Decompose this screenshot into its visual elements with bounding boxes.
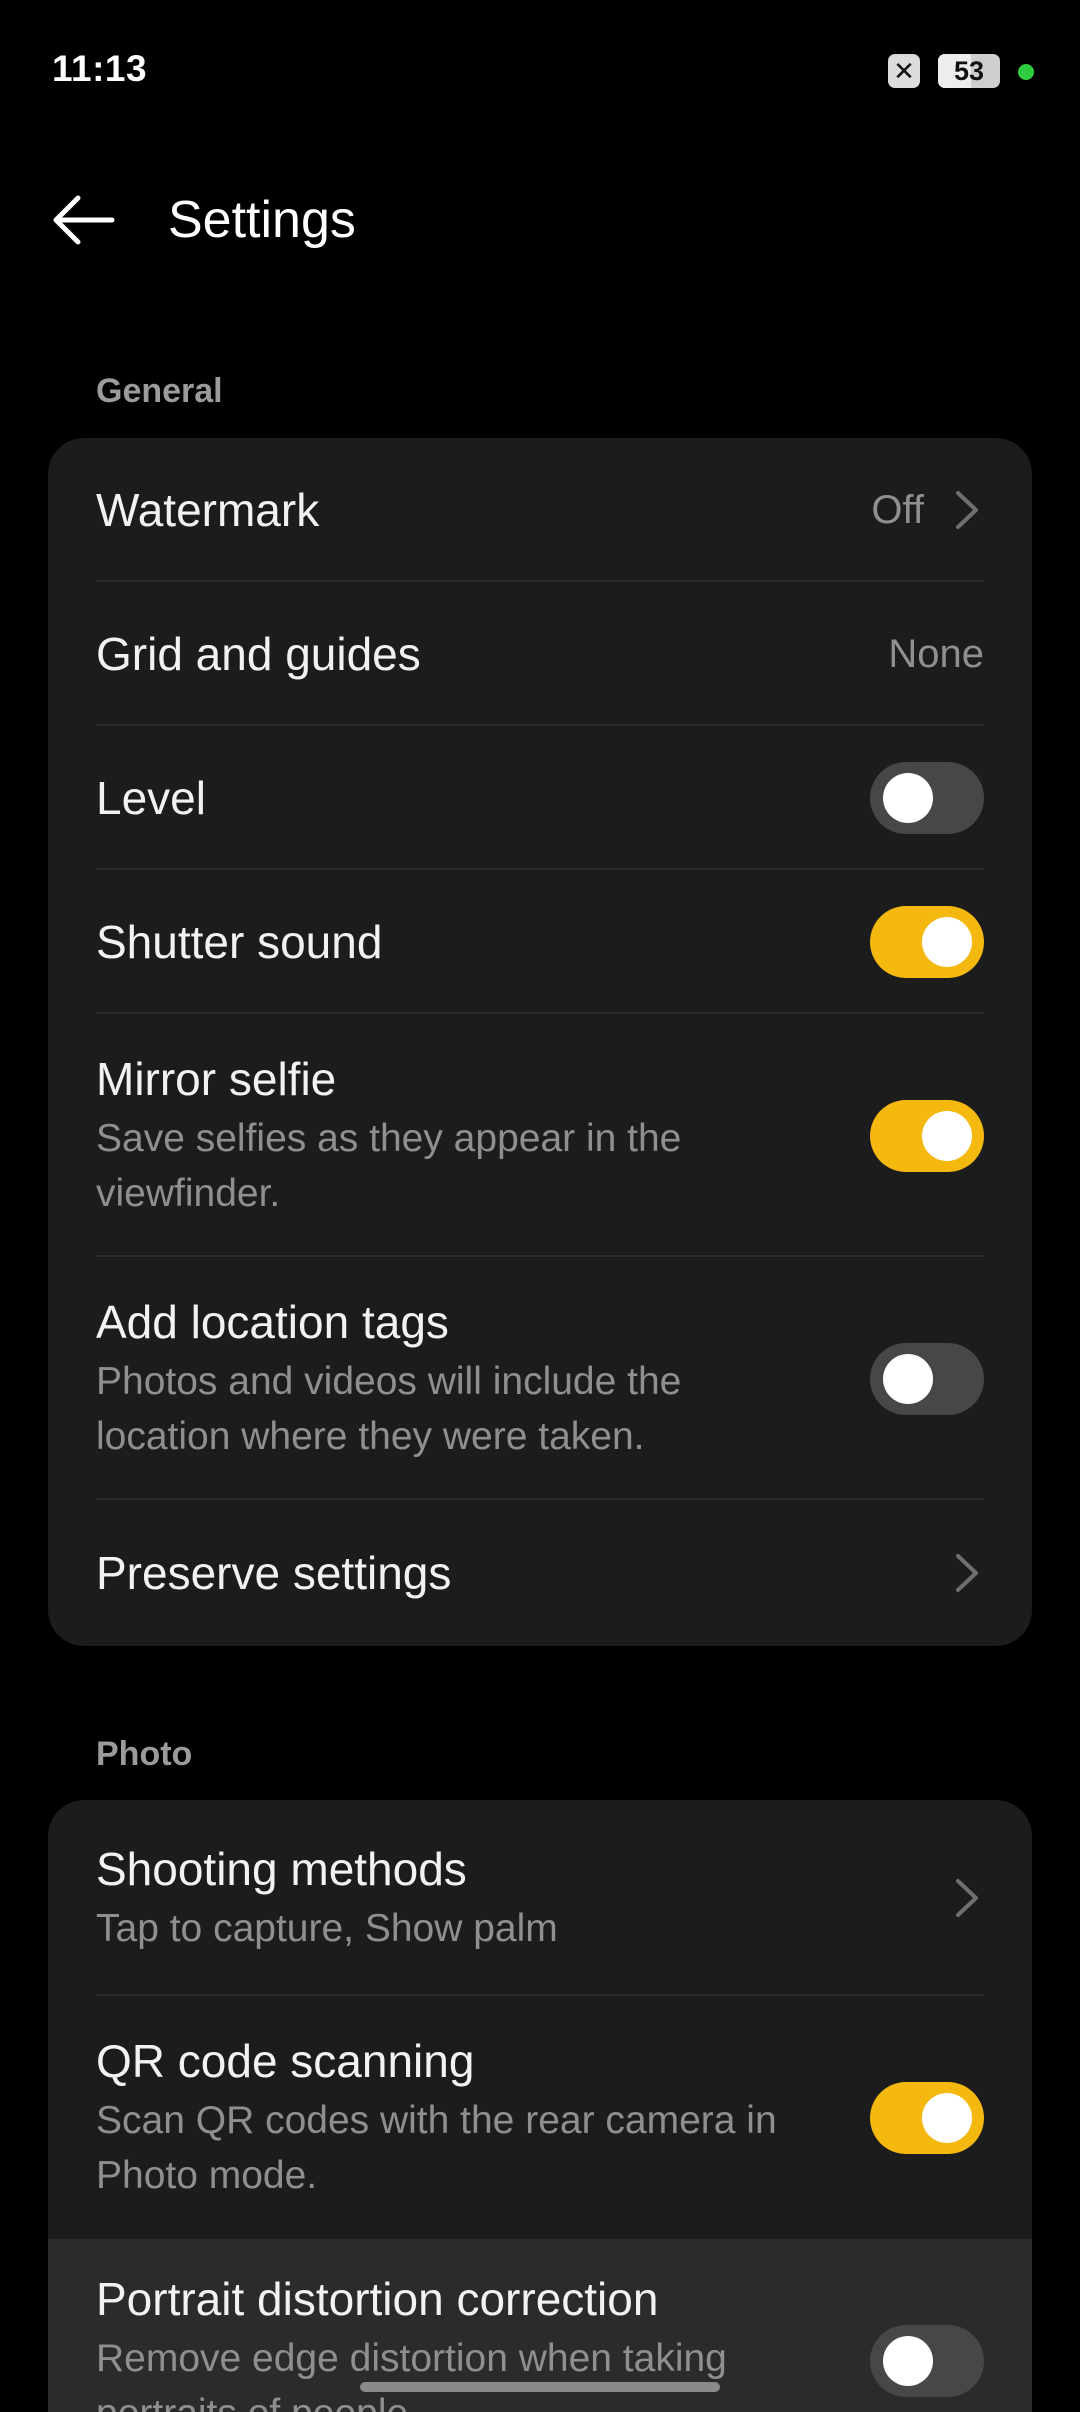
setting-title: Portrait distortion correction	[96, 2273, 659, 2325]
page-title: Settings	[168, 191, 356, 249]
setting-title: Shutter sound	[96, 916, 383, 968]
chevron-right-icon	[950, 1873, 984, 1923]
portrait-distortion-toggle[interactable]	[870, 2325, 984, 2397]
app-bar: Settings	[0, 160, 1080, 280]
setting-title: Add location tags	[96, 1295, 449, 1348]
toggle-knob	[922, 1110, 972, 1161]
setting-description: Remove edge distortion when taking portr…	[96, 2337, 727, 2412]
battery-percent: 53	[953, 56, 985, 86]
setting-preserve-settings[interactable]: Preserve settings	[48, 1500, 1032, 1646]
setting-value: None	[888, 631, 984, 676]
section-label-photo: Photo	[96, 1735, 193, 1773]
toggle-knob	[883, 1353, 933, 1404]
setting-title: Mirror selfie	[96, 1052, 337, 1105]
setting-description: Scan QR codes with the rear camera in Ph…	[96, 2098, 777, 2197]
setting-title: Grid and guides	[96, 628, 421, 680]
setting-value: Off	[871, 487, 924, 532]
setting-title: Preserve settings	[96, 1547, 452, 1599]
setting-mirror-selfie: Mirror selfie Save selfies as they appea…	[48, 1014, 1032, 1257]
arrow-left-icon	[53, 195, 115, 245]
toggle-knob	[922, 2092, 972, 2143]
setting-level: Level	[48, 726, 1032, 870]
setting-description: Tap to capture, Show palm	[96, 1906, 558, 1950]
setting-title: Shooting methods	[96, 1842, 467, 1895]
setting-shooting-methods[interactable]: Shooting methods Tap to capture, Show pa…	[48, 1800, 1032, 1996]
setting-description: Photos and videos will include the locat…	[96, 1359, 682, 1458]
battery-icon: 53	[938, 54, 1000, 88]
setting-title: QR code scanning	[96, 2034, 475, 2087]
qr-code-scanning-toggle[interactable]	[870, 2081, 984, 2154]
setting-description: Save selfies as they appear in the viewf…	[96, 1116, 682, 1215]
toggle-knob	[883, 773, 933, 823]
location-tags-toggle[interactable]	[870, 1342, 984, 1415]
setting-title: Watermark	[96, 484, 320, 536]
close-box-icon: ✕	[888, 54, 920, 88]
status-time: 11:13	[52, 48, 148, 89]
setting-grid-and-guides[interactable]: Grid and guides None	[48, 582, 1032, 726]
photo-settings-card: Shooting methods Tap to capture, Show pa…	[48, 1800, 1032, 2412]
back-button[interactable]	[42, 184, 122, 256]
privacy-indicator-dot	[1018, 64, 1034, 80]
section-label-general: General	[96, 372, 223, 410]
shutter-sound-toggle[interactable]	[870, 906, 984, 978]
setting-shutter-sound: Shutter sound	[48, 870, 1032, 1014]
chevron-right-icon	[950, 1548, 984, 1598]
chevron-right-icon	[950, 485, 984, 535]
camera-settings-screen: 11:13 ✕ 53 Settings General Watermark Of…	[0, 0, 1080, 2412]
status-bar: 11:13 ✕ 53	[0, 0, 1080, 140]
toggle-knob	[883, 2336, 933, 2386]
home-indicator[interactable]	[360, 2382, 720, 2392]
setting-watermark[interactable]: Watermark Off	[48, 438, 1032, 582]
setting-add-location-tags: Add location tags Photos and videos will…	[48, 1257, 1032, 1500]
setting-title: Level	[96, 772, 206, 824]
general-settings-card: Watermark Off Grid and guides None Level	[48, 438, 1032, 1646]
setting-qr-code-scanning: QR code scanning Scan QR codes with the …	[48, 1996, 1032, 2239]
level-toggle[interactable]	[870, 762, 984, 834]
toggle-knob	[922, 917, 972, 967]
mirror-selfie-toggle[interactable]	[870, 1099, 984, 1172]
